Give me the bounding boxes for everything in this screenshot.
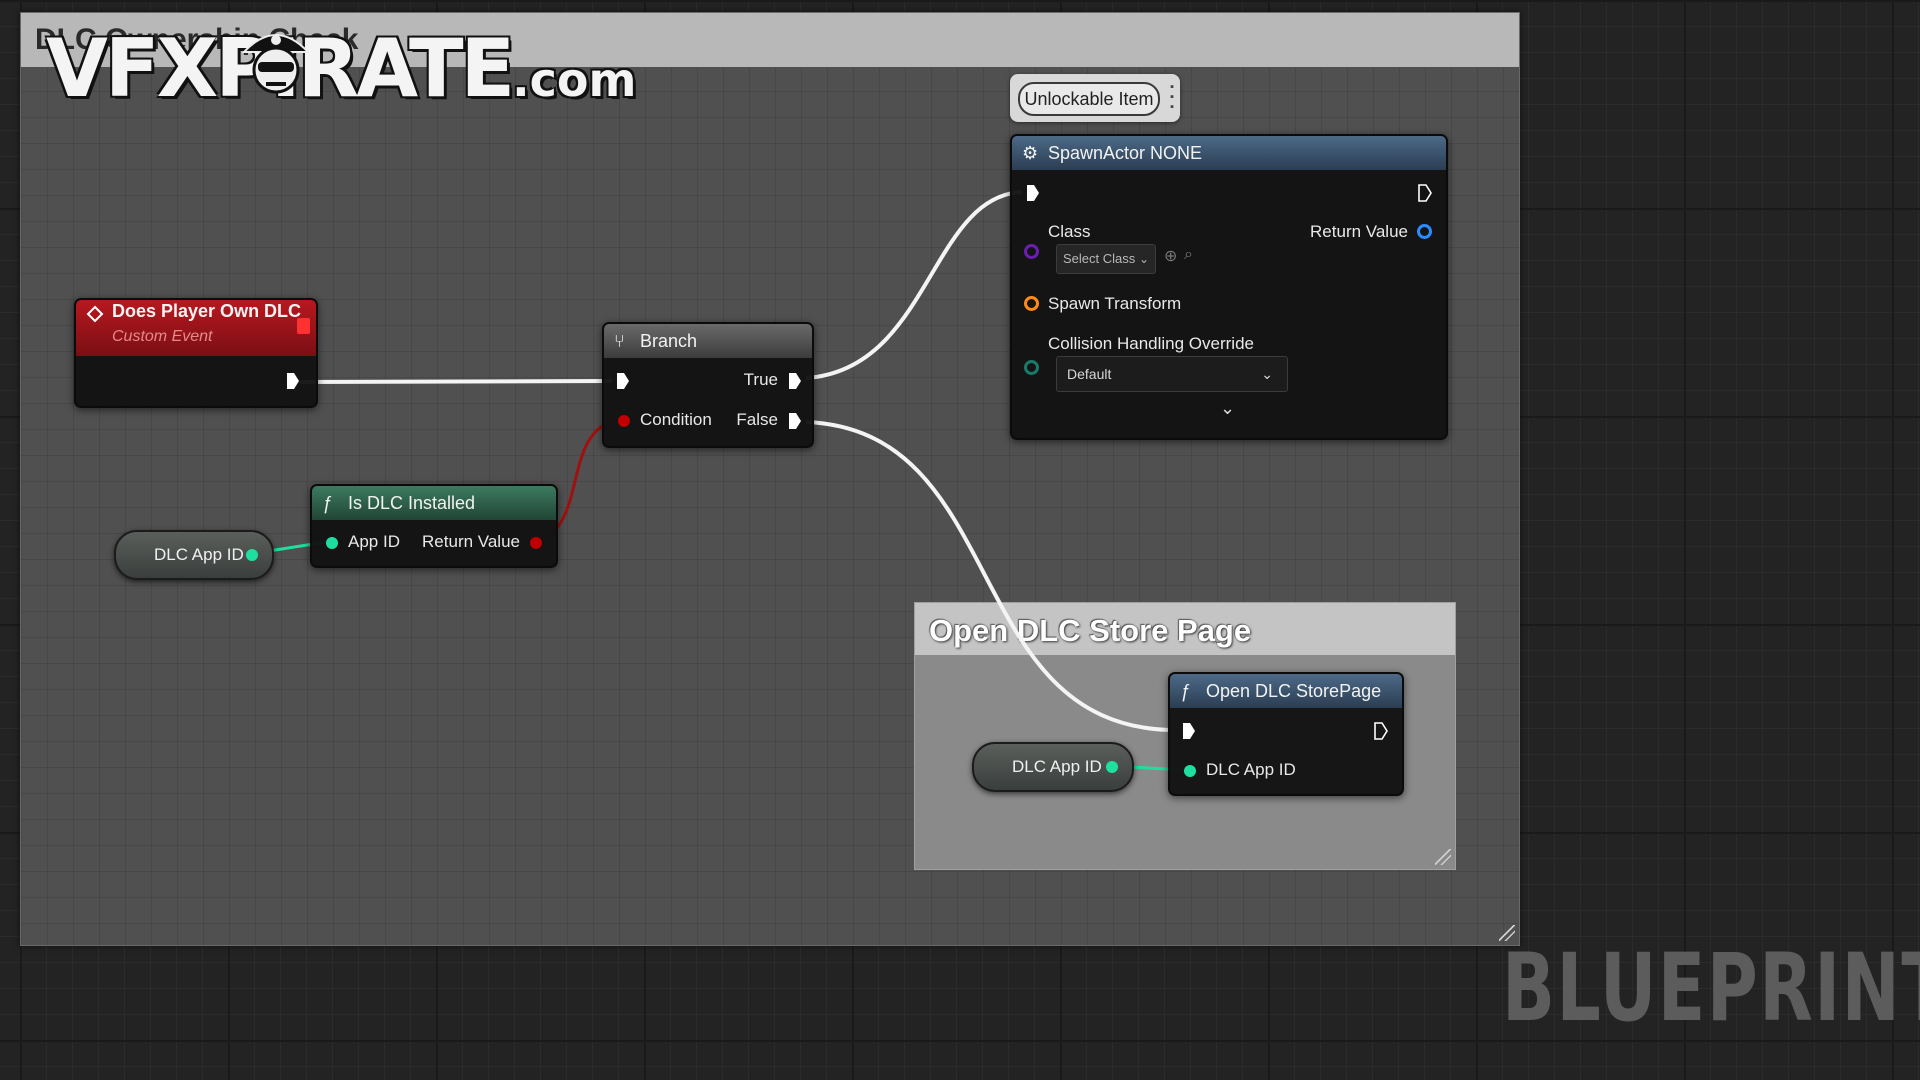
collision-handling-select[interactable]: Default ⌄ — [1056, 356, 1288, 392]
store-exec-in-pin[interactable] — [1182, 722, 1196, 740]
group-title[interactable]: Open DLC Store Page — [915, 603, 1455, 655]
use-selected-asset-icon[interactable]: ⊕ — [1164, 246, 1177, 266]
event-node-does-player-own-dlc[interactable]: Does Player Own DLC Custom Event — [74, 298, 318, 408]
spawn-node-title: SpawnActor NONE — [1048, 143, 1203, 163]
spawn-return-pin[interactable] — [1417, 224, 1432, 239]
dlc-app-id-variable-2-pin[interactable] — [1106, 761, 1118, 773]
branch-node-header: ⑂ Branch — [604, 324, 812, 358]
event-diamond-icon — [86, 300, 104, 334]
branch-true-pin[interactable] — [788, 372, 802, 390]
collision-handling-value: Default — [1067, 366, 1112, 382]
watermark-suffix: .com — [512, 53, 637, 107]
spawn-return-label: Return Value — [1310, 222, 1408, 241]
dlc-app-id-variable-2[interactable]: DLC App ID — [972, 742, 1134, 792]
tag-handle-icon[interactable]: ▪ ▪ ▪ — [1170, 82, 1174, 113]
is-dlc-installed-node[interactable]: ƒ Is DLC Installed App ID Return Value — [310, 484, 558, 568]
event-exec-out-pin[interactable] — [286, 372, 300, 390]
branch-true-label: True — [743, 370, 778, 389]
dlc-app-id-variable-1-label: DLC App ID — [154, 545, 244, 564]
blueprint-corner-label: BLUEPRINT — [1502, 934, 1920, 1043]
is-dlc-app-id-label: App ID — [348, 532, 400, 551]
dlc-app-id-variable-2-label: DLC App ID — [1012, 757, 1102, 776]
pirate-skull-icon — [241, 34, 311, 94]
branch-condition-pin[interactable] — [618, 415, 630, 427]
spawn-transform-pin[interactable] — [1024, 296, 1039, 311]
event-node-subtitle: Custom Event — [112, 328, 213, 345]
spawn-class-select-value: Select Class — [1063, 251, 1136, 266]
store-dlc-app-id-label: DLC App ID — [1206, 760, 1296, 779]
group-resize-handle[interactable] — [1435, 849, 1451, 865]
spawn-exec-in-pin[interactable] — [1026, 184, 1040, 202]
chevron-down-icon: ⌄ — [1261, 366, 1273, 382]
unlockable-item-label: Unlockable Item — [1018, 82, 1160, 116]
function-icon: ƒ — [322, 493, 333, 513]
browse-asset-icon[interactable]: ⌕ — [1184, 246, 1193, 264]
store-exec-out-pin[interactable] — [1374, 722, 1388, 740]
spawn-transform-label: Spawn Transform — [1048, 294, 1182, 313]
unlockable-item-tag[interactable]: Unlockable Item ▪ ▪ ▪ — [1010, 74, 1180, 122]
spawn-actor-node[interactable]: ⚙ SpawnActor NONE Class Return Value Sel… — [1010, 134, 1448, 440]
spawn-class-select[interactable]: Select Class ⌄ — [1056, 244, 1156, 274]
branch-false-pin[interactable] — [788, 412, 802, 430]
store-dlc-app-id-pin[interactable] — [1184, 765, 1196, 777]
collision-handling-label: Collision Handling Override — [1048, 334, 1254, 353]
branch-false-label: False — [736, 410, 778, 429]
is-dlc-node-title: Is DLC Installed — [348, 493, 476, 513]
spawn-actor-icon: ⚙ — [1022, 143, 1039, 163]
is-dlc-return-label: Return Value — [422, 532, 520, 551]
is-dlc-return-pin[interactable] — [530, 537, 542, 549]
open-dlc-storepage-node[interactable]: ƒ Open DLC StorePage DLC App ID — [1168, 672, 1404, 796]
branch-condition-label: Condition — [640, 410, 712, 429]
expand-advanced-icon[interactable]: ⌄ — [1220, 398, 1235, 419]
event-node-header: Does Player Own DLC Custom Event — [76, 300, 316, 356]
spawn-node-header: ⚙ SpawnActor NONE — [1012, 136, 1446, 170]
is-dlc-app-id-pin[interactable] — [326, 537, 338, 549]
chevron-down-icon: ⌄ — [1138, 252, 1149, 266]
collision-handling-pin[interactable] — [1024, 360, 1039, 375]
branch-exec-in-pin[interactable] — [616, 372, 630, 390]
spawn-class-label: Class — [1048, 222, 1091, 241]
store-node-header: ƒ Open DLC StorePage — [1170, 674, 1402, 708]
spawn-exec-out-pin[interactable] — [1418, 184, 1432, 202]
event-delegate-pin[interactable] — [297, 318, 310, 334]
branch-icon: ⑂ — [614, 331, 625, 351]
branch-node-title: Branch — [640, 331, 698, 351]
is-dlc-node-header: ƒ Is DLC Installed — [312, 486, 556, 520]
dlc-app-id-variable-1[interactable]: DLC App ID — [114, 530, 274, 580]
dlc-app-id-variable-1-pin[interactable] — [246, 549, 258, 561]
store-node-title: Open DLC StorePage — [1206, 681, 1382, 701]
spawn-class-pin[interactable] — [1024, 244, 1039, 259]
function-icon: ƒ — [1180, 681, 1191, 701]
vfxpirate-watermark: VFXPIRATE.com — [46, 22, 636, 115]
branch-node[interactable]: ⑂ Branch True Condition False — [602, 322, 814, 448]
